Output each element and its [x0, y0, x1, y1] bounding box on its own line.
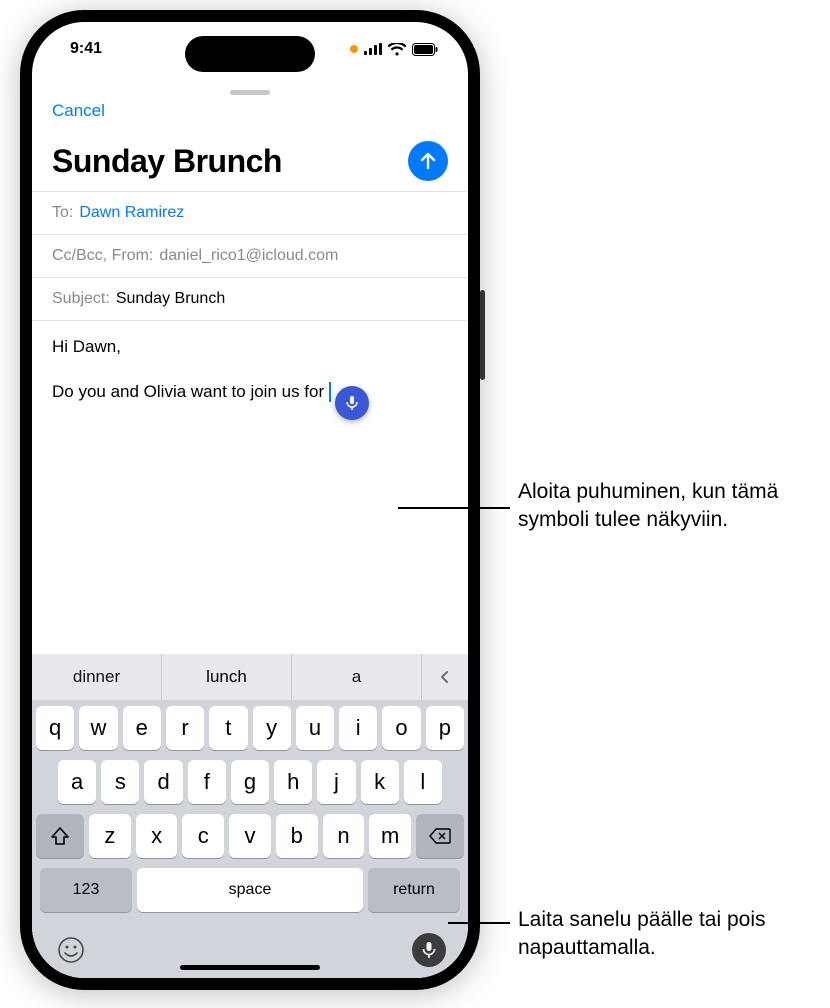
key-u[interactable]: u — [296, 706, 334, 750]
suggestion-collapse[interactable] — [422, 654, 468, 700]
ccbcc-label: Cc/Bcc, From: — [52, 247, 153, 265]
key-f[interactable]: f — [188, 760, 226, 804]
key-m[interactable]: m — [369, 814, 411, 858]
key-o[interactable]: o — [382, 706, 420, 750]
phone-frame: 9:41 Cancel Sunday Brunch To: Dawn — [20, 10, 480, 990]
dynamic-island — [185, 36, 315, 72]
compose-title: Sunday Brunch — [52, 143, 282, 180]
key-p[interactable]: p — [426, 706, 464, 750]
home-indicator[interactable] — [180, 965, 320, 970]
subject-value: Sunday Brunch — [116, 290, 225, 308]
sheet-grabber[interactable] — [230, 90, 270, 95]
ccbcc-field[interactable]: Cc/Bcc, From: daniel_rico1@icloud.com — [32, 235, 468, 278]
microphone-icon — [344, 395, 360, 411]
key-z[interactable]: z — [89, 814, 131, 858]
key-r[interactable]: r — [166, 706, 204, 750]
key-row-3: z x c v b n m — [36, 814, 464, 858]
backspace-key[interactable] — [416, 814, 464, 858]
arrow-up-icon — [418, 151, 438, 171]
key-q[interactable]: q — [36, 706, 74, 750]
dictation-indicator — [335, 386, 369, 420]
callout-2: Laita sanelu päälle tai pois napauttamal… — [518, 906, 818, 963]
microphone-icon — [421, 941, 437, 959]
callout-line-2 — [448, 922, 510, 924]
return-key[interactable]: return — [368, 868, 460, 912]
emoji-icon — [57, 936, 85, 964]
key-v[interactable]: v — [229, 814, 271, 858]
key-j[interactable]: j — [317, 760, 355, 804]
key-s[interactable]: s — [101, 760, 139, 804]
key-k[interactable]: k — [361, 760, 399, 804]
from-email: daniel_rico1@icloud.com — [159, 247, 338, 265]
compose-sheet: Cancel Sunday Brunch To: Dawn Ramirez Cc… — [32, 82, 468, 978]
dictation-button[interactable] — [412, 933, 446, 967]
key-w[interactable]: w — [79, 706, 117, 750]
suggestion-1[interactable]: dinner — [32, 654, 162, 700]
to-label: To: — [52, 204, 73, 222]
send-button[interactable] — [408, 141, 448, 181]
battery-icon — [412, 43, 438, 56]
key-row-4: 123 space return — [36, 868, 464, 912]
suggestion-bar: dinner lunch a — [32, 654, 468, 700]
suggestion-2[interactable]: lunch — [162, 654, 292, 700]
callout-1: Aloita puhuminen, kun tämä symboli tulee… — [518, 478, 818, 535]
shift-key[interactable] — [36, 814, 84, 858]
suggestion-3[interactable]: a — [292, 654, 422, 700]
callout-line-1 — [398, 507, 510, 509]
key-e[interactable]: e — [123, 706, 161, 750]
message-body[interactable]: Hi Dawn, Do you and Olivia want to join … — [32, 321, 468, 654]
chevron-left-icon — [438, 670, 452, 684]
text-cursor — [329, 382, 331, 402]
numeric-key[interactable]: 123 — [40, 868, 132, 912]
cancel-button[interactable]: Cancel — [52, 101, 105, 120]
emoji-button[interactable] — [54, 933, 88, 967]
key-row-2: a s d f g h j k l — [36, 760, 464, 804]
key-row-1: q w e r t y u i o p — [36, 706, 464, 750]
key-i[interactable]: i — [339, 706, 377, 750]
subject-label: Subject: — [52, 290, 110, 308]
key-c[interactable]: c — [182, 814, 224, 858]
key-h[interactable]: h — [274, 760, 312, 804]
key-b[interactable]: b — [276, 814, 318, 858]
keyboard: dinner lunch a q w e r t y u — [32, 654, 468, 978]
subject-field[interactable]: Subject: Sunday Brunch — [32, 278, 468, 321]
cellular-icon — [364, 43, 382, 55]
screen: 9:41 Cancel Sunday Brunch To: Dawn — [32, 22, 468, 978]
key-g[interactable]: g — [231, 760, 269, 804]
body-line-1: Hi Dawn, — [52, 335, 448, 360]
key-n[interactable]: n — [323, 814, 365, 858]
key-d[interactable]: d — [144, 760, 182, 804]
to-recipient[interactable]: Dawn Ramirez — [79, 204, 184, 222]
mic-indicator-dot — [350, 45, 358, 53]
key-y[interactable]: y — [253, 706, 291, 750]
wifi-icon — [388, 43, 406, 56]
key-a[interactable]: a — [58, 760, 96, 804]
key-l[interactable]: l — [404, 760, 442, 804]
backspace-icon — [429, 828, 451, 844]
body-line-2: Do you and Olivia want to join us for — [52, 382, 329, 401]
space-key[interactable]: space — [137, 868, 363, 912]
key-t[interactable]: t — [209, 706, 247, 750]
status-time: 9:41 — [70, 40, 102, 58]
status-right — [350, 43, 438, 56]
shift-icon — [50, 827, 70, 845]
to-field[interactable]: To: Dawn Ramirez — [32, 191, 468, 235]
key-x[interactable]: x — [136, 814, 178, 858]
